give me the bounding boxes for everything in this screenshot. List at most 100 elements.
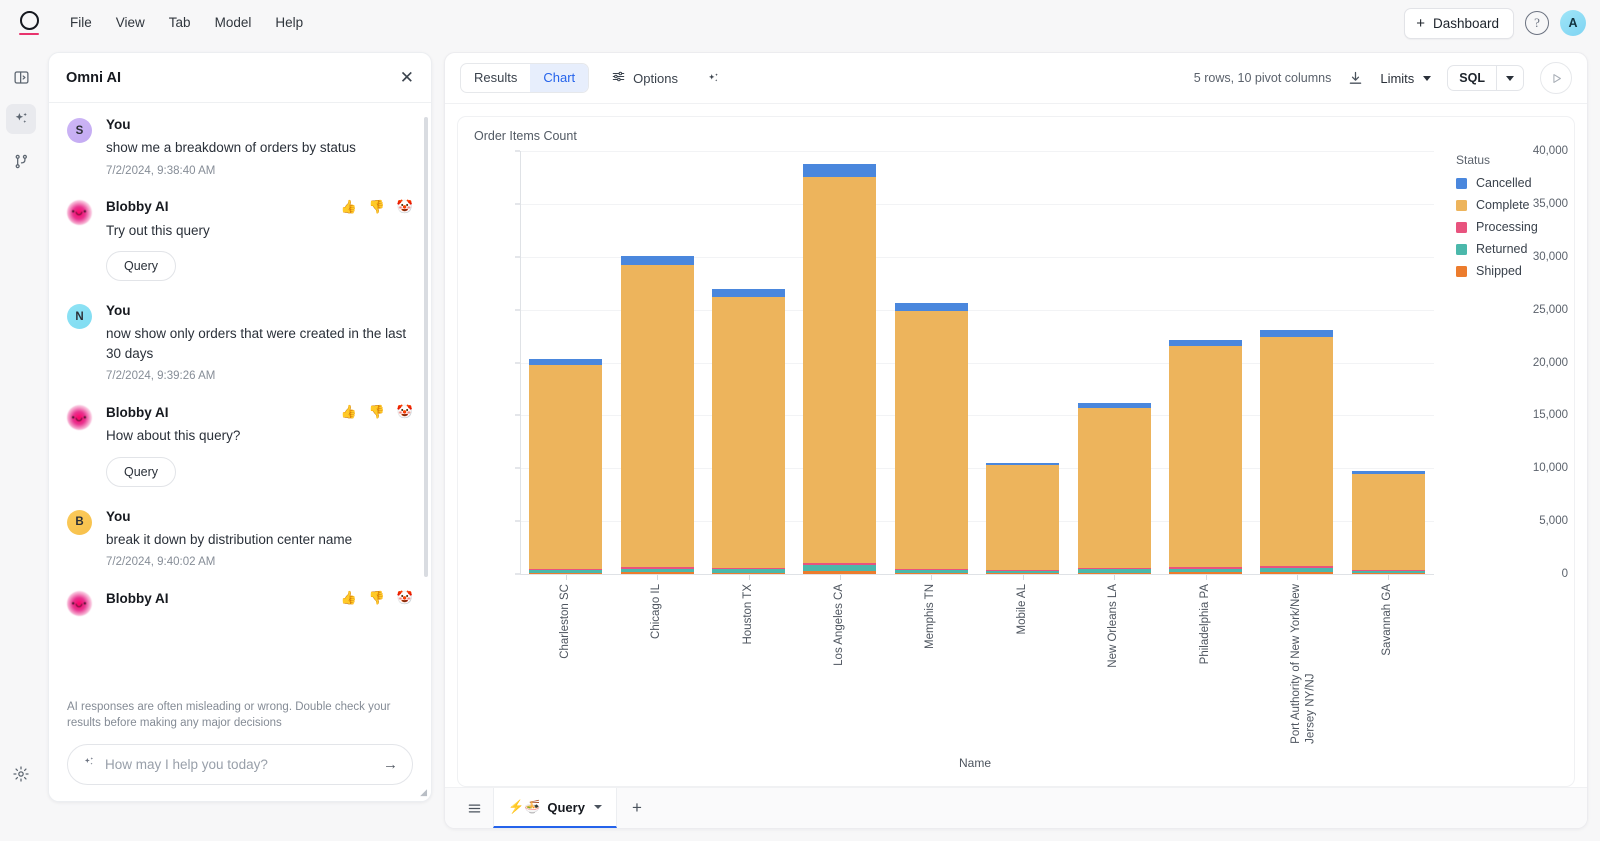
bar-segment-complete[interactable] — [712, 297, 785, 569]
chat-composer[interactable]: → — [67, 744, 413, 785]
menu-item-file[interactable]: File — [60, 11, 102, 35]
omni-logo[interactable] — [8, 11, 50, 36]
bar-segment-shipped[interactable] — [621, 572, 694, 574]
bar-segment-shipped[interactable] — [1260, 572, 1333, 574]
bar-segment-complete[interactable] — [1352, 474, 1425, 570]
bar-segment-processing[interactable] — [1260, 566, 1333, 567]
bar-segment-returned[interactable] — [1260, 568, 1333, 573]
bar-segment-returned[interactable] — [1352, 571, 1425, 573]
query-button[interactable]: Query — [106, 457, 176, 487]
bar-segment-returned[interactable] — [895, 570, 968, 573]
menu-item-tab[interactable]: Tab — [159, 11, 201, 35]
sql-dropdown-button[interactable] — [1496, 66, 1523, 90]
chat-scrollbar[interactable] — [424, 117, 428, 577]
bar-segment-cancelled[interactable] — [712, 289, 785, 297]
tab-query[interactable]: ⚡🍜 Query — [493, 788, 617, 828]
download-icon[interactable] — [1347, 70, 1364, 87]
chart-plot-area[interactable]: 05,00010,00015,00020,00025,00030,00035,0… — [458, 117, 1574, 786]
bar-segment-processing[interactable] — [1169, 567, 1242, 568]
bar-segment-cancelled[interactable] — [1169, 340, 1242, 346]
avatar[interactable]: A — [1560, 10, 1586, 36]
bar-segment-complete[interactable] — [1078, 408, 1151, 569]
bar[interactable] — [1352, 471, 1425, 574]
bar-segment-returned[interactable] — [712, 569, 785, 572]
options-button[interactable]: Options — [605, 65, 684, 91]
bar-segment-cancelled[interactable] — [895, 303, 968, 310]
thumbs-up-icon[interactable]: 👍 — [340, 404, 356, 420]
legend-item-processing[interactable]: Processing — [1456, 220, 1538, 234]
bar-segment-shipped[interactable] — [803, 571, 876, 574]
legend-item-shipped[interactable]: Shipped — [1456, 264, 1538, 278]
bar-segment-returned[interactable] — [529, 570, 602, 573]
settings-icon[interactable] — [6, 759, 36, 789]
bar-segment-processing[interactable] — [712, 568, 785, 569]
thumbs-down-icon[interactable]: 👎 — [369, 199, 385, 215]
legend-item-returned[interactable]: Returned — [1456, 242, 1538, 256]
bar-segment-cancelled[interactable] — [986, 463, 1059, 466]
bar-segment-shipped[interactable] — [529, 573, 602, 574]
bar[interactable] — [621, 256, 694, 574]
bar-segment-returned[interactable] — [986, 571, 1059, 573]
bar-segment-complete[interactable] — [1260, 337, 1333, 566]
thumbs-up-icon[interactable]: 👍 — [340, 199, 356, 215]
send-icon[interactable]: → — [383, 757, 398, 772]
bar-segment-cancelled[interactable] — [803, 164, 876, 177]
bar-segment-shipped[interactable] — [895, 573, 968, 574]
bar-segment-shipped[interactable] — [712, 573, 785, 574]
bar[interactable] — [529, 359, 602, 574]
legend-item-cancelled[interactable]: Cancelled — [1456, 176, 1538, 190]
sql-button[interactable]: SQL — [1448, 66, 1496, 90]
hamburger-icon[interactable] — [455, 788, 493, 828]
bar-segment-complete[interactable] — [1169, 346, 1242, 567]
limits-dropdown[interactable]: Limits — [1380, 71, 1431, 86]
help-icon[interactable]: ? — [1525, 11, 1549, 35]
branch-icon[interactable] — [6, 146, 36, 176]
bar[interactable] — [803, 164, 876, 574]
bar-segment-returned[interactable] — [1169, 569, 1242, 573]
mind-blown-icon[interactable]: 🤡 — [397, 199, 413, 215]
add-dashboard-button[interactable]: + Dashboard — [1404, 8, 1514, 39]
bar-segment-complete[interactable] — [986, 465, 1059, 570]
thumbs-down-icon[interactable]: 👎 — [369, 590, 385, 606]
bar-segment-returned[interactable] — [803, 565, 876, 571]
bar-segment-cancelled[interactable] — [1260, 330, 1333, 336]
ai-sparkle-icon[interactable] — [6, 104, 36, 134]
chevron-down-icon[interactable] — [594, 805, 602, 809]
bar-segment-processing[interactable] — [803, 563, 876, 565]
bar[interactable] — [1169, 340, 1242, 574]
mind-blown-icon[interactable]: 🤡 — [397, 404, 413, 420]
query-button[interactable]: Query — [106, 251, 176, 281]
bar-segment-shipped[interactable] — [1078, 573, 1151, 574]
bar[interactable] — [1260, 330, 1333, 574]
menu-item-model[interactable]: Model — [205, 11, 262, 35]
bar-segment-cancelled[interactable] — [1352, 471, 1425, 474]
bar[interactable] — [712, 289, 785, 574]
tab-results[interactable]: Results — [461, 64, 530, 92]
ai-sparkle-icon[interactable] — [700, 67, 727, 90]
panel-toggle-icon[interactable] — [6, 62, 36, 92]
mind-blown-icon[interactable]: 🤡 — [397, 590, 413, 606]
menu-item-help[interactable]: Help — [265, 11, 313, 35]
bar-segment-shipped[interactable] — [1169, 572, 1242, 574]
bar-segment-processing[interactable] — [621, 567, 694, 568]
resize-grip-icon[interactable]: ◢ — [420, 787, 427, 798]
bar-segment-cancelled[interactable] — [621, 256, 694, 265]
bar-segment-returned[interactable] — [621, 569, 694, 573]
add-tab-button[interactable]: + — [617, 788, 657, 828]
legend-item-complete[interactable]: Complete — [1456, 198, 1538, 212]
tab-chart[interactable]: Chart — [530, 64, 588, 92]
bar[interactable] — [895, 303, 968, 574]
chat-message-list[interactable]: S You show me a breakdown of orders by s… — [49, 103, 431, 700]
menu-item-view[interactable]: View — [106, 11, 155, 35]
close-icon[interactable]: ✕ — [400, 69, 414, 86]
bar-segment-complete[interactable] — [803, 177, 876, 563]
bar-segment-cancelled[interactable] — [529, 359, 602, 364]
thumbs-down-icon[interactable]: 👎 — [369, 404, 385, 420]
bar[interactable] — [1078, 403, 1151, 574]
bar-segment-returned[interactable] — [1078, 569, 1151, 572]
bar[interactable] — [986, 463, 1059, 574]
bar-segment-complete[interactable] — [621, 265, 694, 567]
run-query-button[interactable] — [1540, 62, 1572, 94]
bar-segment-cancelled[interactable] — [1078, 403, 1151, 407]
chat-input[interactable] — [105, 757, 374, 772]
